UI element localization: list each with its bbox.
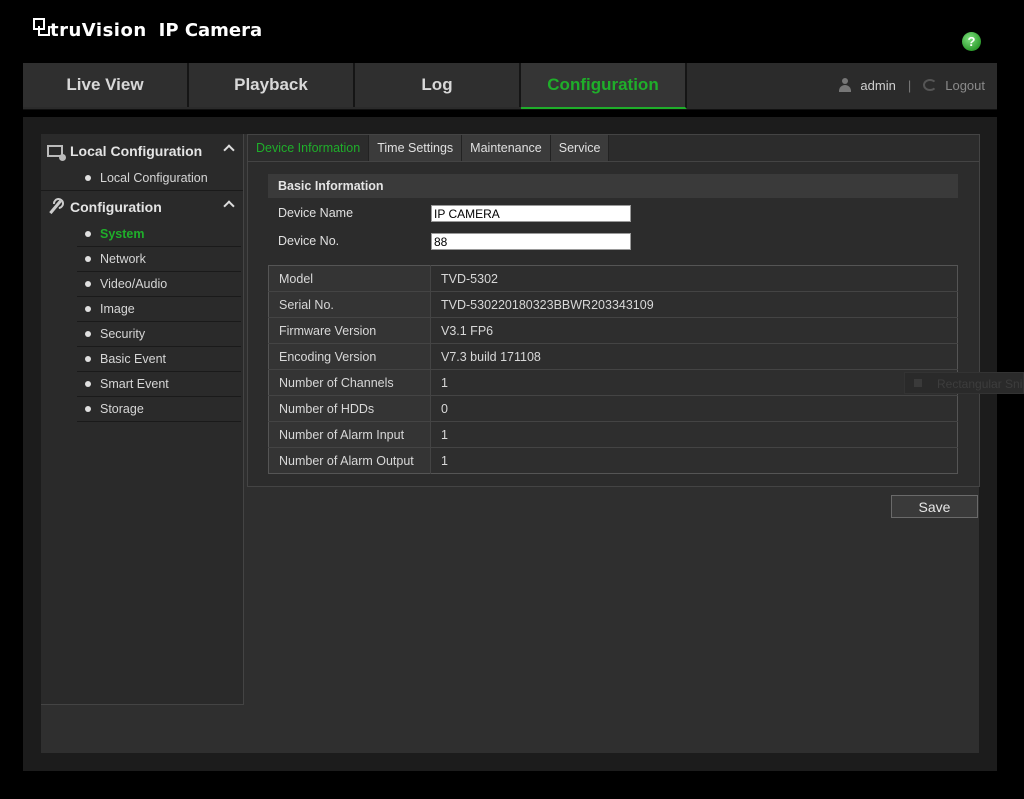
save-button[interactable]: Save: [891, 495, 978, 518]
table-row: Serial No. TVD-530220180323BBWR203343109: [268, 291, 958, 318]
sidebar-item-label: Basic Event: [100, 352, 167, 366]
row-key: Firmware Version: [268, 317, 431, 344]
row-value: 0: [430, 395, 958, 422]
sidebar-item-label: Network: [100, 252, 146, 266]
sidebar-item-label: Security: [100, 327, 146, 341]
bullet-icon: [85, 356, 91, 362]
row-value: V3.1 FP6: [430, 317, 958, 344]
bullet-icon: [85, 381, 91, 387]
monitor-icon: [47, 145, 66, 161]
subtab-bar: Device Information Time Settings Mainten…: [248, 135, 610, 162]
bullet-icon: [85, 231, 91, 237]
wrench-icon: [47, 199, 63, 215]
tab-service[interactable]: Service: [550, 135, 610, 162]
chevron-up-icon[interactable]: [223, 144, 235, 156]
row-key: Model: [268, 265, 431, 292]
sidebar-item-network[interactable]: Network: [77, 247, 241, 272]
sidebar-item-system[interactable]: System: [77, 222, 241, 247]
sidebar-item-label: Smart Event: [100, 377, 169, 391]
sidebar-item-local-configuration[interactable]: Local Configuration: [77, 166, 241, 190]
row-key: Number of HDDs: [268, 395, 431, 422]
table-row: Number of HDDs 0: [268, 395, 958, 422]
product-name: IP Camera: [158, 20, 263, 41]
username: admin: [860, 77, 896, 93]
device-name-label: Device Name: [278, 206, 354, 220]
tab-time-settings[interactable]: Time Settings: [369, 135, 463, 162]
logout-icon[interactable]: [923, 79, 938, 91]
bullet-icon: [85, 281, 91, 287]
sidebar-item-label: Image: [100, 302, 135, 316]
row-key: Number of Channels: [268, 369, 431, 396]
sidebar-item-security[interactable]: Security: [77, 322, 241, 347]
row-value: V7.3 build 171108: [430, 343, 958, 370]
bullet-icon: [85, 406, 91, 412]
table-row: Number of Channels 1: [268, 369, 958, 396]
logout-link[interactable]: Logout: [945, 78, 985, 93]
row-value: 1: [430, 447, 958, 474]
snip-icon: [914, 379, 922, 387]
table-row: Number of Alarm Output 1: [268, 447, 958, 474]
table-row: Model TVD-5302: [268, 265, 958, 292]
tab-maintenance[interactable]: Maintenance: [462, 135, 551, 162]
user-icon: [838, 78, 852, 92]
row-key: Encoding Version: [268, 343, 431, 370]
table-row: Firmware Version V3.1 FP6: [268, 317, 958, 344]
device-no-label: Device No.: [278, 234, 340, 248]
help-icon[interactable]: ?: [962, 32, 981, 51]
row-key: Serial No.: [268, 291, 431, 318]
divider: [248, 161, 979, 162]
bullet-icon: [85, 306, 91, 312]
truvision-logo-icon: [32, 18, 50, 40]
divider: [41, 190, 243, 191]
tab-log[interactable]: Log: [355, 63, 521, 107]
sidebar-item-image[interactable]: Image: [77, 297, 241, 322]
separator: |: [907, 77, 912, 93]
brand-name: truVision: [50, 20, 147, 41]
sidebar-item-video-audio[interactable]: Video/Audio: [77, 272, 241, 297]
sidebar-item-storage[interactable]: Storage: [77, 397, 241, 422]
row-key: Number of Alarm Input: [268, 421, 431, 448]
sidebar-group-label: Configuration: [70, 199, 162, 215]
sidebar-group-local-configuration[interactable]: Local Configuration: [41, 137, 243, 165]
section-title: Basic Information: [268, 174, 958, 198]
tab-live-view[interactable]: Live View: [23, 63, 189, 107]
user-box: admin | Logout: [838, 63, 985, 107]
device-info-table: Model TVD-5302 Serial No. TVD-530220180323…: [268, 265, 958, 474]
rectangular-snip-overlay[interactable]: Rectangular Snip: [904, 372, 1024, 394]
tab-configuration[interactable]: Configuration: [521, 63, 687, 109]
sidebar-group-configuration[interactable]: Configuration: [41, 193, 243, 221]
sidebar-item-label: Local Configuration: [100, 171, 208, 185]
row-value: 1: [430, 369, 958, 396]
sidebar-item-label: Storage: [100, 402, 144, 416]
sidebar-item-label: Video/Audio: [100, 277, 168, 291]
brand-logo: truVision IP Camera: [32, 18, 262, 40]
row-value: TVD-5302: [430, 265, 958, 292]
device-name-input[interactable]: [431, 205, 631, 222]
row-key: Number of Alarm Output: [268, 447, 431, 474]
overlay-label: Rectangular Snip: [937, 377, 1024, 391]
tab-device-information[interactable]: Device Information: [248, 135, 370, 162]
bullet-icon: [85, 256, 91, 262]
table-row: Number of Alarm Input 1: [268, 421, 958, 448]
top-navigation: Live View Playback Log Configuration adm…: [23, 63, 997, 110]
row-value: TVD-530220180323BBWR203343109: [430, 291, 958, 318]
device-no-input[interactable]: [431, 233, 631, 250]
bullet-icon: [85, 331, 91, 337]
sidebar-item-basic-event[interactable]: Basic Event: [77, 347, 241, 372]
row-value: 1: [430, 421, 958, 448]
chevron-up-icon[interactable]: [223, 200, 235, 212]
sidebar-item-label: System: [100, 227, 145, 241]
sidebar-group-label: Local Configuration: [70, 143, 203, 159]
tab-playback[interactable]: Playback: [189, 63, 355, 107]
sidebar-item-smart-event[interactable]: Smart Event: [77, 372, 241, 397]
bullet-icon: [85, 175, 91, 181]
table-row: Encoding Version V7.3 build 171108: [268, 343, 958, 370]
